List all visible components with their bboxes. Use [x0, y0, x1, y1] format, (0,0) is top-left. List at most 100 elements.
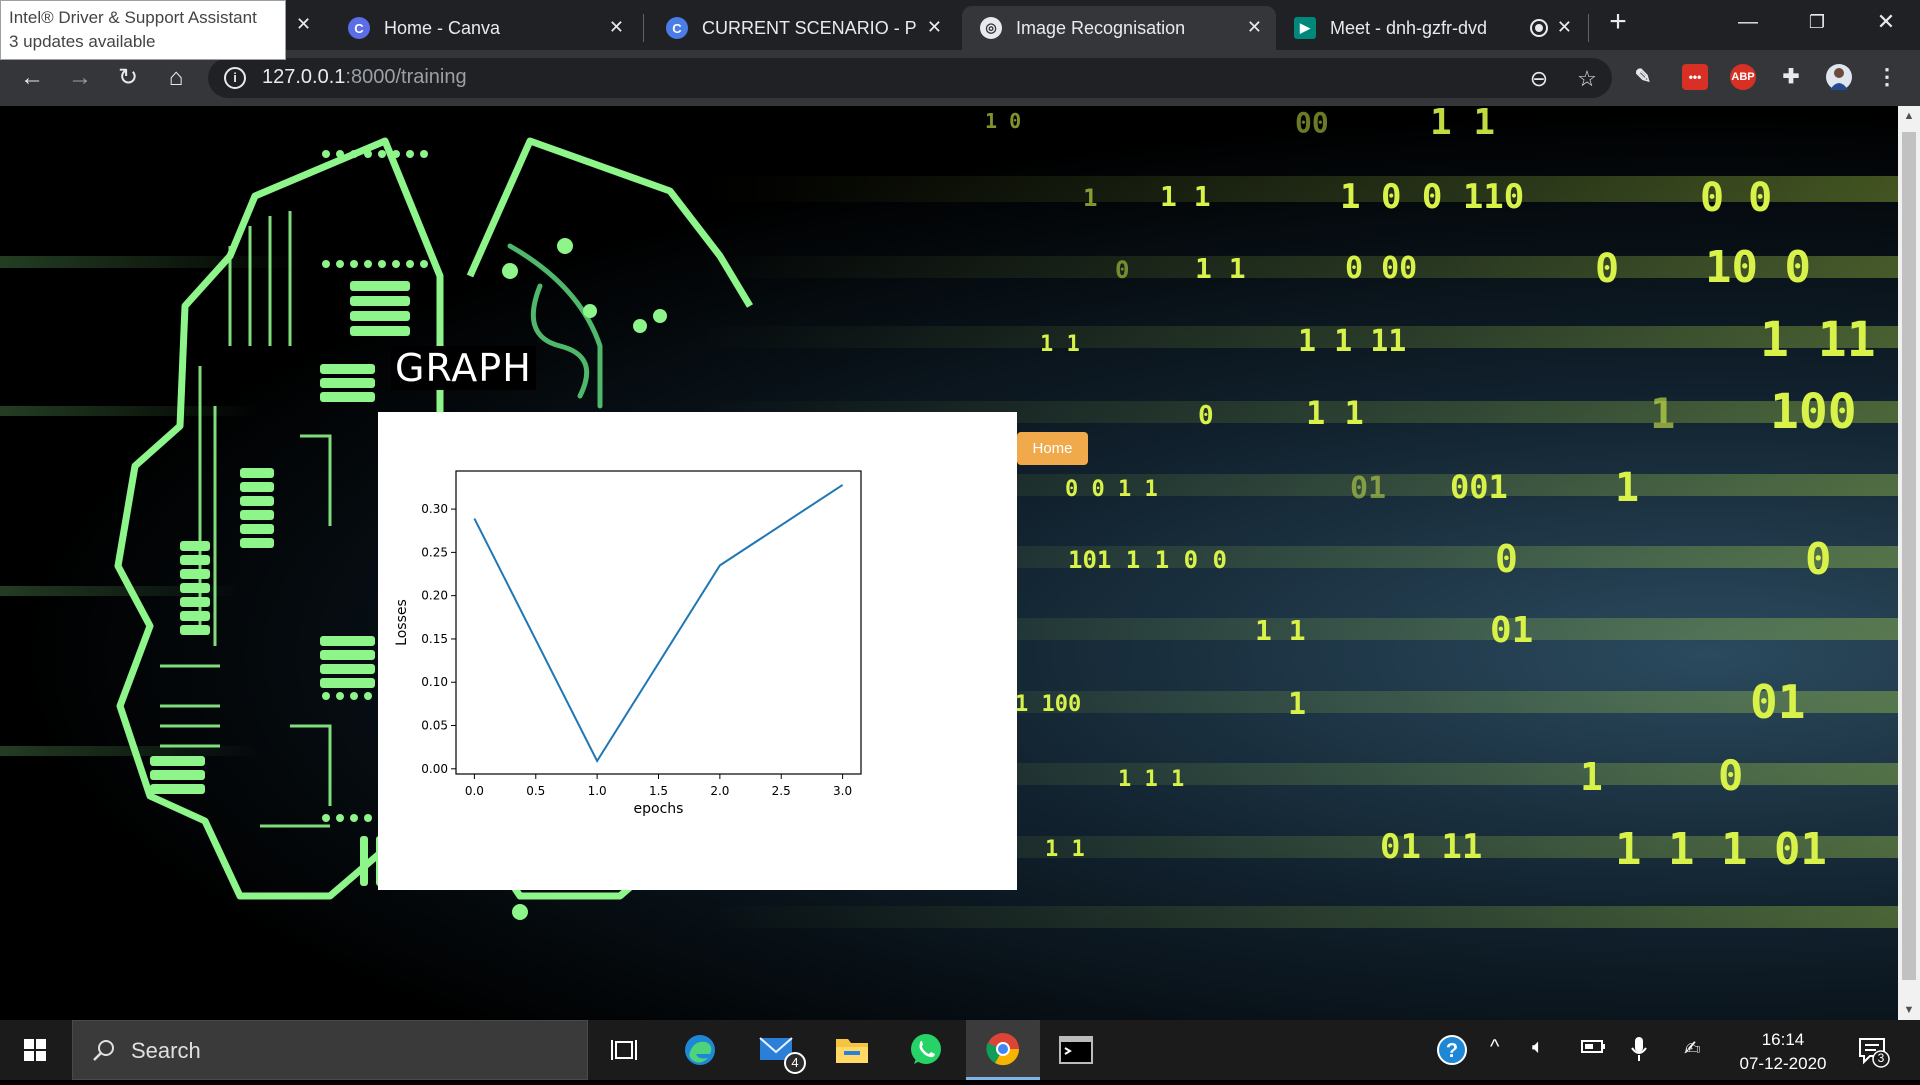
svg-text:00: 00 — [1295, 106, 1329, 139]
vertical-scrollbar[interactable]: ▲ ▼ — [1898, 106, 1920, 1020]
task-view-button[interactable] — [590, 1020, 658, 1080]
svg-text:1: 1 — [1083, 184, 1097, 212]
chrome-app[interactable] — [966, 1020, 1040, 1080]
volume-icon[interactable]: 🔈︎ — [1532, 1036, 1544, 1059]
minimize-button[interactable]: — — [1716, 6, 1780, 38]
folder-icon — [836, 1039, 868, 1063]
svg-text:01 11: 01 11 — [1380, 827, 1482, 867]
taskbar-search-input[interactable]: Search — [72, 1020, 588, 1080]
avatar[interactable] — [1826, 64, 1852, 90]
extension-icon[interactable]: ••• — [1682, 64, 1708, 90]
tab-current-scenario[interactable]: C CURRENT SCENARIO - Pres ✕ — [648, 6, 956, 50]
notification-title: Intel® Driver & Support Assistant — [9, 8, 257, 27]
series-line — [473, 484, 844, 764]
scroll-down-arrow[interactable]: ▼ — [1898, 1000, 1920, 1020]
close-tab-icon[interactable]: ✕ — [1247, 17, 1262, 38]
close-tab-icon[interactable]: ✕ — [927, 17, 942, 38]
x-axis-label: epochs — [634, 801, 684, 817]
action-center-icon[interactable]: 3 — [1856, 1034, 1890, 1074]
plot-area — [455, 470, 862, 775]
menu-kebab-icon[interactable]: ⋮ — [1874, 64, 1900, 90]
svg-text:1 1: 1 1 — [1306, 394, 1364, 432]
restore-button[interactable]: ❐ — [1785, 6, 1849, 38]
file-explorer-app[interactable] — [818, 1020, 886, 1080]
close-tab-icon[interactable]: ✕ — [296, 14, 311, 35]
info-icon[interactable]: i — [224, 67, 246, 89]
tab-image-recognisation[interactable]: ◎ Image Recognisation ✕ — [962, 6, 1276, 50]
y-tick-label: 0.10 — [421, 675, 448, 689]
svg-text:01: 01 — [1750, 675, 1805, 729]
pen-workspace-icon[interactable]: ✍︎ — [1684, 1036, 1701, 1061]
notification-count: 3 — [1877, 1051, 1885, 1065]
page-title: GRAPH — [391, 346, 536, 390]
windows-start-button[interactable] — [0, 1020, 72, 1080]
x-tick-label: 0.0 — [465, 784, 484, 798]
svg-text:0: 0 — [1718, 751, 1743, 800]
close-window-button[interactable]: ✕ — [1854, 6, 1918, 38]
svg-text:0: 0 — [1595, 246, 1619, 292]
search-icon — [93, 1040, 114, 1061]
new-tab-button[interactable]: + — [1586, 6, 1650, 38]
svg-text:1: 1 — [1580, 755, 1603, 799]
y-tick-label: 0.00 — [421, 762, 448, 776]
svg-text:?: ? — [1446, 1040, 1458, 1062]
clock-time: 16:14 — [1761, 1030, 1805, 1049]
scroll-up-arrow[interactable]: ▲ — [1898, 106, 1920, 126]
svg-text:0: 0 — [1495, 537, 1518, 581]
system-clock[interactable]: 16:14 07-12-2020 — [1728, 1028, 1838, 1076]
close-tab-icon[interactable]: ✕ — [609, 17, 624, 38]
edge-app[interactable] — [666, 1020, 734, 1080]
svg-text:01: 01 — [1350, 471, 1386, 506]
battery-icon[interactable] — [1580, 1036, 1606, 1062]
svg-text:0 0: 0 0 — [1700, 175, 1772, 221]
canva-icon: C — [348, 17, 370, 39]
loss-line-chart: 0.00 0.05 0.10 0.15 0.20 0.25 0.30 0.0 0.5 1.0 1.… — [394, 470, 862, 817]
svg-text:1: 1 — [1650, 389, 1675, 438]
scroll-thumb[interactable] — [1902, 132, 1916, 980]
intel-update-notification[interactable]: Intel® Driver & Support Assistant 3 upda… — [0, 0, 286, 60]
svg-text:001: 001 — [1450, 468, 1508, 506]
svg-text:1 1: 1 1 — [1430, 106, 1495, 143]
bookmark-star-icon[interactable]: ☆ — [1574, 66, 1600, 92]
loss-chart-card: 0.00 0.05 0.10 0.15 0.20 0.25 0.30 0.0 0.5 1.0 1.… — [378, 412, 1017, 890]
svg-text:1: 1 — [1288, 687, 1306, 722]
terminal-icon — [1059, 1036, 1093, 1064]
zoom-icon[interactable]: ⊖ — [1526, 66, 1552, 92]
adblock-icon[interactable]: ABP — [1730, 64, 1756, 90]
svg-text:0: 0 — [1115, 256, 1129, 284]
x-tick-label: 1.5 — [649, 784, 668, 798]
reload-button[interactable]: ↻ — [112, 62, 144, 94]
svg-text:1 1: 1 1 — [1255, 614, 1306, 647]
home-icon[interactable]: ⌂ — [160, 62, 192, 94]
clock-date: 07-12-2020 — [1739, 1054, 1827, 1073]
url-text[interactable]: 127.0.0.1:8000/training — [262, 66, 467, 89]
svg-text:0: 0 — [1198, 401, 1214, 431]
mail-app[interactable]: 4 — [744, 1020, 812, 1080]
address-bar[interactable]: i 127.0.0.1:8000/training ⊖ ☆ — [208, 58, 1612, 98]
help-icon[interactable]: ? — [1436, 1034, 1468, 1072]
tray-chevron-up-icon[interactable]: ^ — [1490, 1036, 1499, 1059]
puzzle-extensions-icon[interactable]: ✚ — [1778, 64, 1804, 90]
svg-text:1 1: 1 1 — [1040, 332, 1080, 357]
close-tab-icon[interactable]: ✕ — [1557, 17, 1572, 38]
home-button[interactable]: Home — [1017, 432, 1088, 465]
search-placeholder: Search — [131, 1038, 201, 1063]
whatsapp-app[interactable] — [892, 1020, 960, 1080]
svg-text:1 1 1 01: 1 1 1 01 — [1615, 824, 1827, 875]
pen-extension-icon[interactable]: ✎ — [1630, 64, 1656, 90]
globe-icon: ◎ — [980, 17, 1002, 39]
microphone-icon[interactable] — [1630, 1036, 1648, 1068]
browser-tab-strip: C Home - Canva ✕ C CURRENT SCENARIO - Pr… — [0, 0, 1920, 50]
back-button[interactable]: ← — [16, 62, 48, 94]
svg-text:100: 100 — [1770, 384, 1857, 440]
forward-button[interactable]: → — [64, 62, 96, 94]
edge-icon — [685, 1035, 715, 1065]
svg-text:0: 0 — [1805, 534, 1832, 585]
svg-text:1 100: 1 100 — [1015, 692, 1081, 717]
svg-text:101 1 1 0 0: 101 1 1 0 0 — [1068, 546, 1227, 574]
terminal-app[interactable] — [1042, 1020, 1110, 1080]
tab-home-canva[interactable]: C Home - Canva ✕ — [330, 6, 638, 50]
x-tick-label: 3.0 — [833, 784, 852, 798]
tab-meet[interactable]: ▶ Meet - dnh-gzfr-dvd ✕ — [1276, 6, 1586, 50]
svg-text:1 1 11: 1 1 11 — [1298, 324, 1406, 359]
